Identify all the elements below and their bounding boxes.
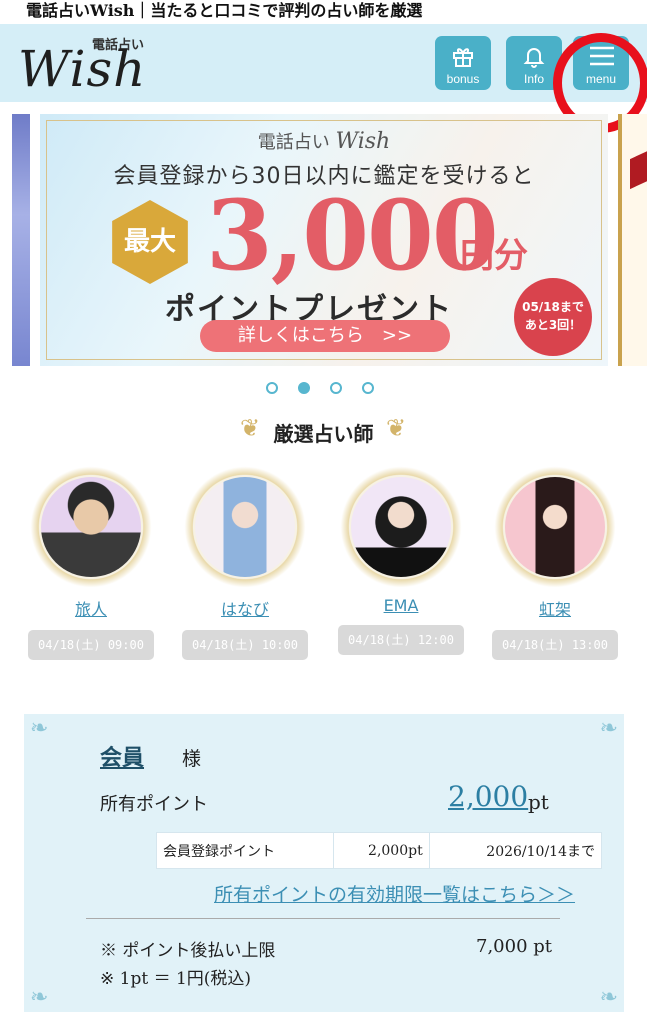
fortune-teller-card[interactable]: 旅人 04/18(土) 09:00 (26, 466, 156, 660)
menu-button[interactable]: menu (573, 36, 629, 90)
schedule-time: 04/18(土) 09:00 (28, 630, 154, 660)
banner-carousel[interactable]: 電話占い Wish 会員登録から30日以内に鑑定を受けると 最大 3,000 円… (0, 112, 647, 368)
bonus-button[interactable]: bonus (435, 36, 491, 90)
banner-amount: 3,000 (206, 179, 499, 292)
prev-banner-peek[interactable] (12, 114, 30, 366)
corner-ornament-icon: ❧ (599, 985, 618, 1010)
section-title: 厳選占い師 (273, 422, 374, 446)
schedule-time: 04/18(土) 10:00 (182, 630, 308, 660)
divider (86, 918, 560, 919)
featured-section-header: ❦ 厳選占い師 ❦ (0, 414, 647, 447)
menu-label: menu (585, 72, 617, 86)
point-expiry: 2026/10/14まで (428, 832, 603, 869)
corner-ornament-icon: ❧ (30, 985, 49, 1010)
corner-ornament-icon: ❧ (30, 716, 49, 741)
deadline-badge: 05/18まで あと3回！ (514, 278, 592, 356)
laurel-left-icon: ❦ (240, 414, 261, 442)
member-points-card: ❧ ❧ ❧ ❧ 会員 様 所有ポイント 2,000 pt 会員登録ポイント 2,… (24, 714, 624, 1012)
site-logo[interactable]: 電話占い Wish (18, 32, 188, 98)
table-row: 会員登録ポイント 2,000pt 2026/10/14まで (156, 832, 603, 869)
bell-icon (523, 48, 545, 68)
carousel-dot[interactable] (266, 382, 278, 394)
logo-wordmark: Wish (18, 40, 147, 98)
points-breakdown-table: 会員登録ポイント 2,000pt 2026/10/14まで (156, 832, 603, 869)
point-type: 会員登録ポイント (156, 832, 334, 869)
points-expiry-list-link[interactable]: 所有ポイントの有効期限一覧はこちら＞＞ (214, 880, 575, 907)
fortune-teller-card[interactable]: EMA 04/18(土) 12:00 (336, 466, 466, 655)
deferred-limit-label: ※ ポイント後払い上限 (100, 941, 276, 961)
schedule-time: 04/18(土) 13:00 (492, 630, 618, 660)
corner-ornament-icon: ❧ (599, 716, 618, 741)
avatar-frame (30, 466, 152, 588)
carousel-dot[interactable] (330, 382, 342, 394)
fortune-teller-card[interactable]: はなび 04/18(土) 10:00 (180, 466, 310, 660)
fortune-teller-name[interactable]: 虹架 (490, 596, 620, 620)
banner-details-button[interactable]: 詳しくはこちら >> (200, 320, 450, 352)
avatar[interactable] (505, 477, 605, 577)
schedule-time: 04/18(土) 12:00 (338, 625, 464, 655)
member-honorific: 様 (182, 748, 202, 770)
fortune-teller-name[interactable]: はなび (180, 596, 310, 620)
campaign-banner[interactable]: 電話占い Wish 会員登録から30日以内に鑑定を受けると 最大 3,000 円… (40, 114, 608, 366)
info-button[interactable]: Info (506, 36, 562, 90)
avatar[interactable] (195, 477, 295, 577)
banner-brand: 電話占い Wish (257, 129, 391, 154)
laurel-right-icon: ❦ (386, 414, 407, 442)
avatar[interactable] (351, 477, 451, 577)
bonus-label: bonus (446, 72, 480, 86)
carousel-dot[interactable] (362, 382, 374, 394)
avatar-frame (184, 466, 306, 588)
info-label: Info (523, 72, 544, 86)
points-label: 所有ポイント (100, 794, 208, 815)
avatar[interactable] (41, 477, 141, 577)
avatar-frame (340, 466, 462, 588)
fortune-teller-card[interactable]: 虹架 04/18(土) 13:00 (490, 466, 620, 660)
member-name-link[interactable]: 会員 (100, 740, 144, 772)
page-title: 電話占いWish｜当たると口コミで評判の占い師を厳選 (26, 1, 423, 20)
next-banner-peek[interactable] (618, 114, 647, 366)
fortune-teller-name[interactable]: 旅人 (26, 596, 156, 620)
carousel-dot-active[interactable] (298, 382, 310, 394)
point-amount: 2,000pt (332, 832, 430, 869)
points-unit: pt (528, 790, 549, 814)
site-header: 電話占い Wish bonus Info menu (0, 24, 647, 133)
avatar-frame (494, 466, 616, 588)
points-value-link[interactable]: 2,000 (448, 780, 528, 813)
deferred-limit-value: 7,000 pt (476, 936, 553, 957)
fortune-teller-name[interactable]: EMA (336, 596, 466, 615)
hamburger-icon (590, 46, 614, 66)
gift-icon (453, 48, 473, 67)
point-rate-note: ※ 1pt ＝ 1円(税込) (100, 969, 252, 989)
banner-unit: 円分 (460, 236, 528, 276)
